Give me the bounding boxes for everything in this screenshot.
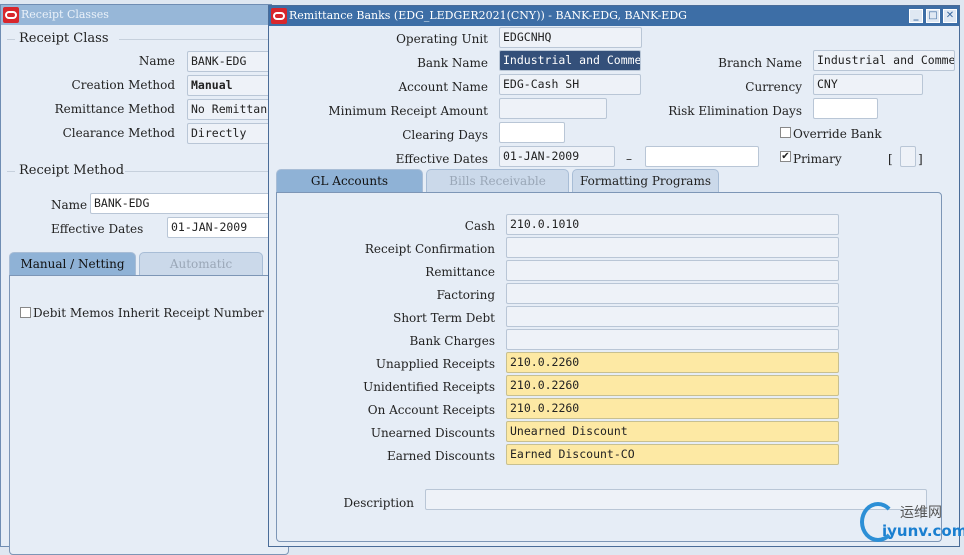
gl-account-field[interactable]: Earned Discount-CO xyxy=(506,444,839,465)
gl-label: Factoring xyxy=(436,288,495,302)
rm-name-label: Name xyxy=(51,198,88,212)
currency-label: Currency xyxy=(745,80,802,94)
gl-account-field[interactable]: 210.0.2260 xyxy=(506,375,839,396)
primary-label: Primary xyxy=(793,152,842,166)
debit-memos-checkbox[interactable] xyxy=(20,307,31,318)
receipt-classes-titlebar[interactable]: Receipt Classes xyxy=(1,5,271,25)
bracket-open: [ xyxy=(888,152,893,166)
divider xyxy=(119,39,273,40)
min-receipt-field[interactable] xyxy=(499,98,607,119)
eff-to-field[interactable] xyxy=(645,146,759,167)
eff-dates-label: Effective Dates xyxy=(395,152,488,166)
account-name-field[interactable]: EDG-Cash SH xyxy=(499,74,641,95)
tab-automatic[interactable]: Automatic xyxy=(139,252,263,276)
oracle-logo-icon xyxy=(3,7,19,23)
gl-account-field[interactable] xyxy=(506,306,839,327)
remittance-banks-titlebar[interactable]: Remittance Banks (EDG_LEDGER2021(CNY)) -… xyxy=(269,6,959,26)
gl-label: Cash xyxy=(464,219,495,233)
clearance-method-field[interactable]: Directly xyxy=(187,123,277,144)
rm-date-from-field[interactable]: 01-JAN-2009 xyxy=(167,217,277,238)
gl-account-field[interactable]: 210.0.2260 xyxy=(506,352,839,373)
remittance-method-label: Remittance Method xyxy=(54,102,175,116)
description-label: Description xyxy=(343,496,414,510)
gl-label: On Account Receipts xyxy=(367,403,495,417)
tab-gl-accounts[interactable]: GL Accounts xyxy=(276,169,423,193)
window-title: Remittance Banks (EDG_LEDGER2021(CNY)) -… xyxy=(289,9,687,22)
group-title-receipt-class: Receipt Class xyxy=(19,31,109,46)
operating-unit-label: Operating Unit xyxy=(396,32,488,46)
bank-name-label: Bank Name xyxy=(417,56,488,70)
risk-days-field[interactable] xyxy=(813,98,878,119)
name-label: Name xyxy=(138,54,175,68)
gl-label: Bank Charges xyxy=(409,334,495,348)
gl-account-field[interactable] xyxy=(506,260,839,281)
gl-label: Unearned Discounts xyxy=(370,426,495,440)
receipt-classes-window: Receipt Classes Receipt Class Name BANK-… xyxy=(0,4,289,555)
divider xyxy=(125,171,273,172)
gl-label: Short Term Debt xyxy=(393,311,495,325)
override-bank-label: Override Bank xyxy=(793,127,882,141)
divider xyxy=(7,39,15,40)
gl-label: Earned Discounts xyxy=(387,449,495,463)
window-title: Receipt Classes xyxy=(21,8,109,21)
gl-account-field[interactable] xyxy=(506,283,839,304)
creation-method-label: Creation Method xyxy=(71,78,175,92)
risk-days-label: Risk Elimination Days xyxy=(668,104,802,118)
gl-account-field[interactable] xyxy=(506,237,839,258)
branch-name-field[interactable]: Industrial and Comme xyxy=(813,50,955,71)
watermark-logo: 运维网 iyunv.com xyxy=(860,500,964,544)
operating-unit-field[interactable]: EDGCNHQ xyxy=(499,27,642,48)
override-bank-checkbox[interactable] xyxy=(780,127,791,138)
clearing-days-label: Clearing Days xyxy=(402,128,488,142)
group-title-receipt-method: Receipt Method xyxy=(19,163,125,178)
primary-checkbox[interactable]: ✔ xyxy=(780,151,791,162)
tab-formatting-programs[interactable]: Formatting Programs xyxy=(572,169,719,193)
oracle-logo-icon xyxy=(271,8,287,24)
clearance-method-label: Clearance Method xyxy=(62,126,175,140)
clearing-days-field[interactable] xyxy=(499,122,565,143)
gl-account-field[interactable] xyxy=(506,329,839,350)
currency-field[interactable]: CNY xyxy=(813,74,923,95)
rm-dates-label: Effective Dates xyxy=(51,222,144,236)
date-separator: – xyxy=(626,152,632,166)
debit-memos-label: Debit Memos Inherit Receipt Number xyxy=(33,306,264,320)
description-field[interactable] xyxy=(425,489,927,510)
gl-label: Receipt Confirmation xyxy=(364,242,495,256)
watermark-cn: 运维网 xyxy=(900,505,942,521)
name-field[interactable]: BANK-EDG xyxy=(187,51,277,72)
minimize-icon[interactable]: _ xyxy=(909,9,923,23)
gl-account-field[interactable]: 210.0.1010 xyxy=(506,214,839,235)
branch-name-label: Branch Name xyxy=(718,56,802,70)
close-icon[interactable]: ✕ xyxy=(943,9,957,23)
tab-manual-netting[interactable]: Manual / Netting xyxy=(9,252,136,276)
maximize-icon[interactable]: □ xyxy=(926,9,940,23)
gl-account-field[interactable]: Unearned Discount xyxy=(506,421,839,442)
gl-account-field[interactable]: 210.0.2260 xyxy=(506,398,839,419)
gl-label: Remittance xyxy=(425,265,495,279)
rm-name-field[interactable]: BANK-EDG xyxy=(90,193,280,214)
remittance-method-field[interactable]: No Remittan xyxy=(187,99,277,120)
dff-field[interactable] xyxy=(900,146,916,167)
watermark-en: iyunv.com xyxy=(882,522,964,540)
gl-label: Unidentified Receipts xyxy=(363,380,495,394)
creation-method-field[interactable]: Manual xyxy=(187,75,277,96)
bracket-close: ] xyxy=(918,152,923,166)
bank-name-field[interactable]: Industrial and Comme xyxy=(499,50,641,71)
gl-label: Unapplied Receipts xyxy=(375,357,495,371)
eff-from-field[interactable]: 01-JAN-2009 xyxy=(499,146,615,167)
divider xyxy=(7,171,15,172)
tab-bills-receivable[interactable]: Bills Receivable xyxy=(426,169,569,193)
account-name-label: Account Name xyxy=(398,80,488,94)
min-receipt-label: Minimum Receipt Amount xyxy=(328,104,488,118)
